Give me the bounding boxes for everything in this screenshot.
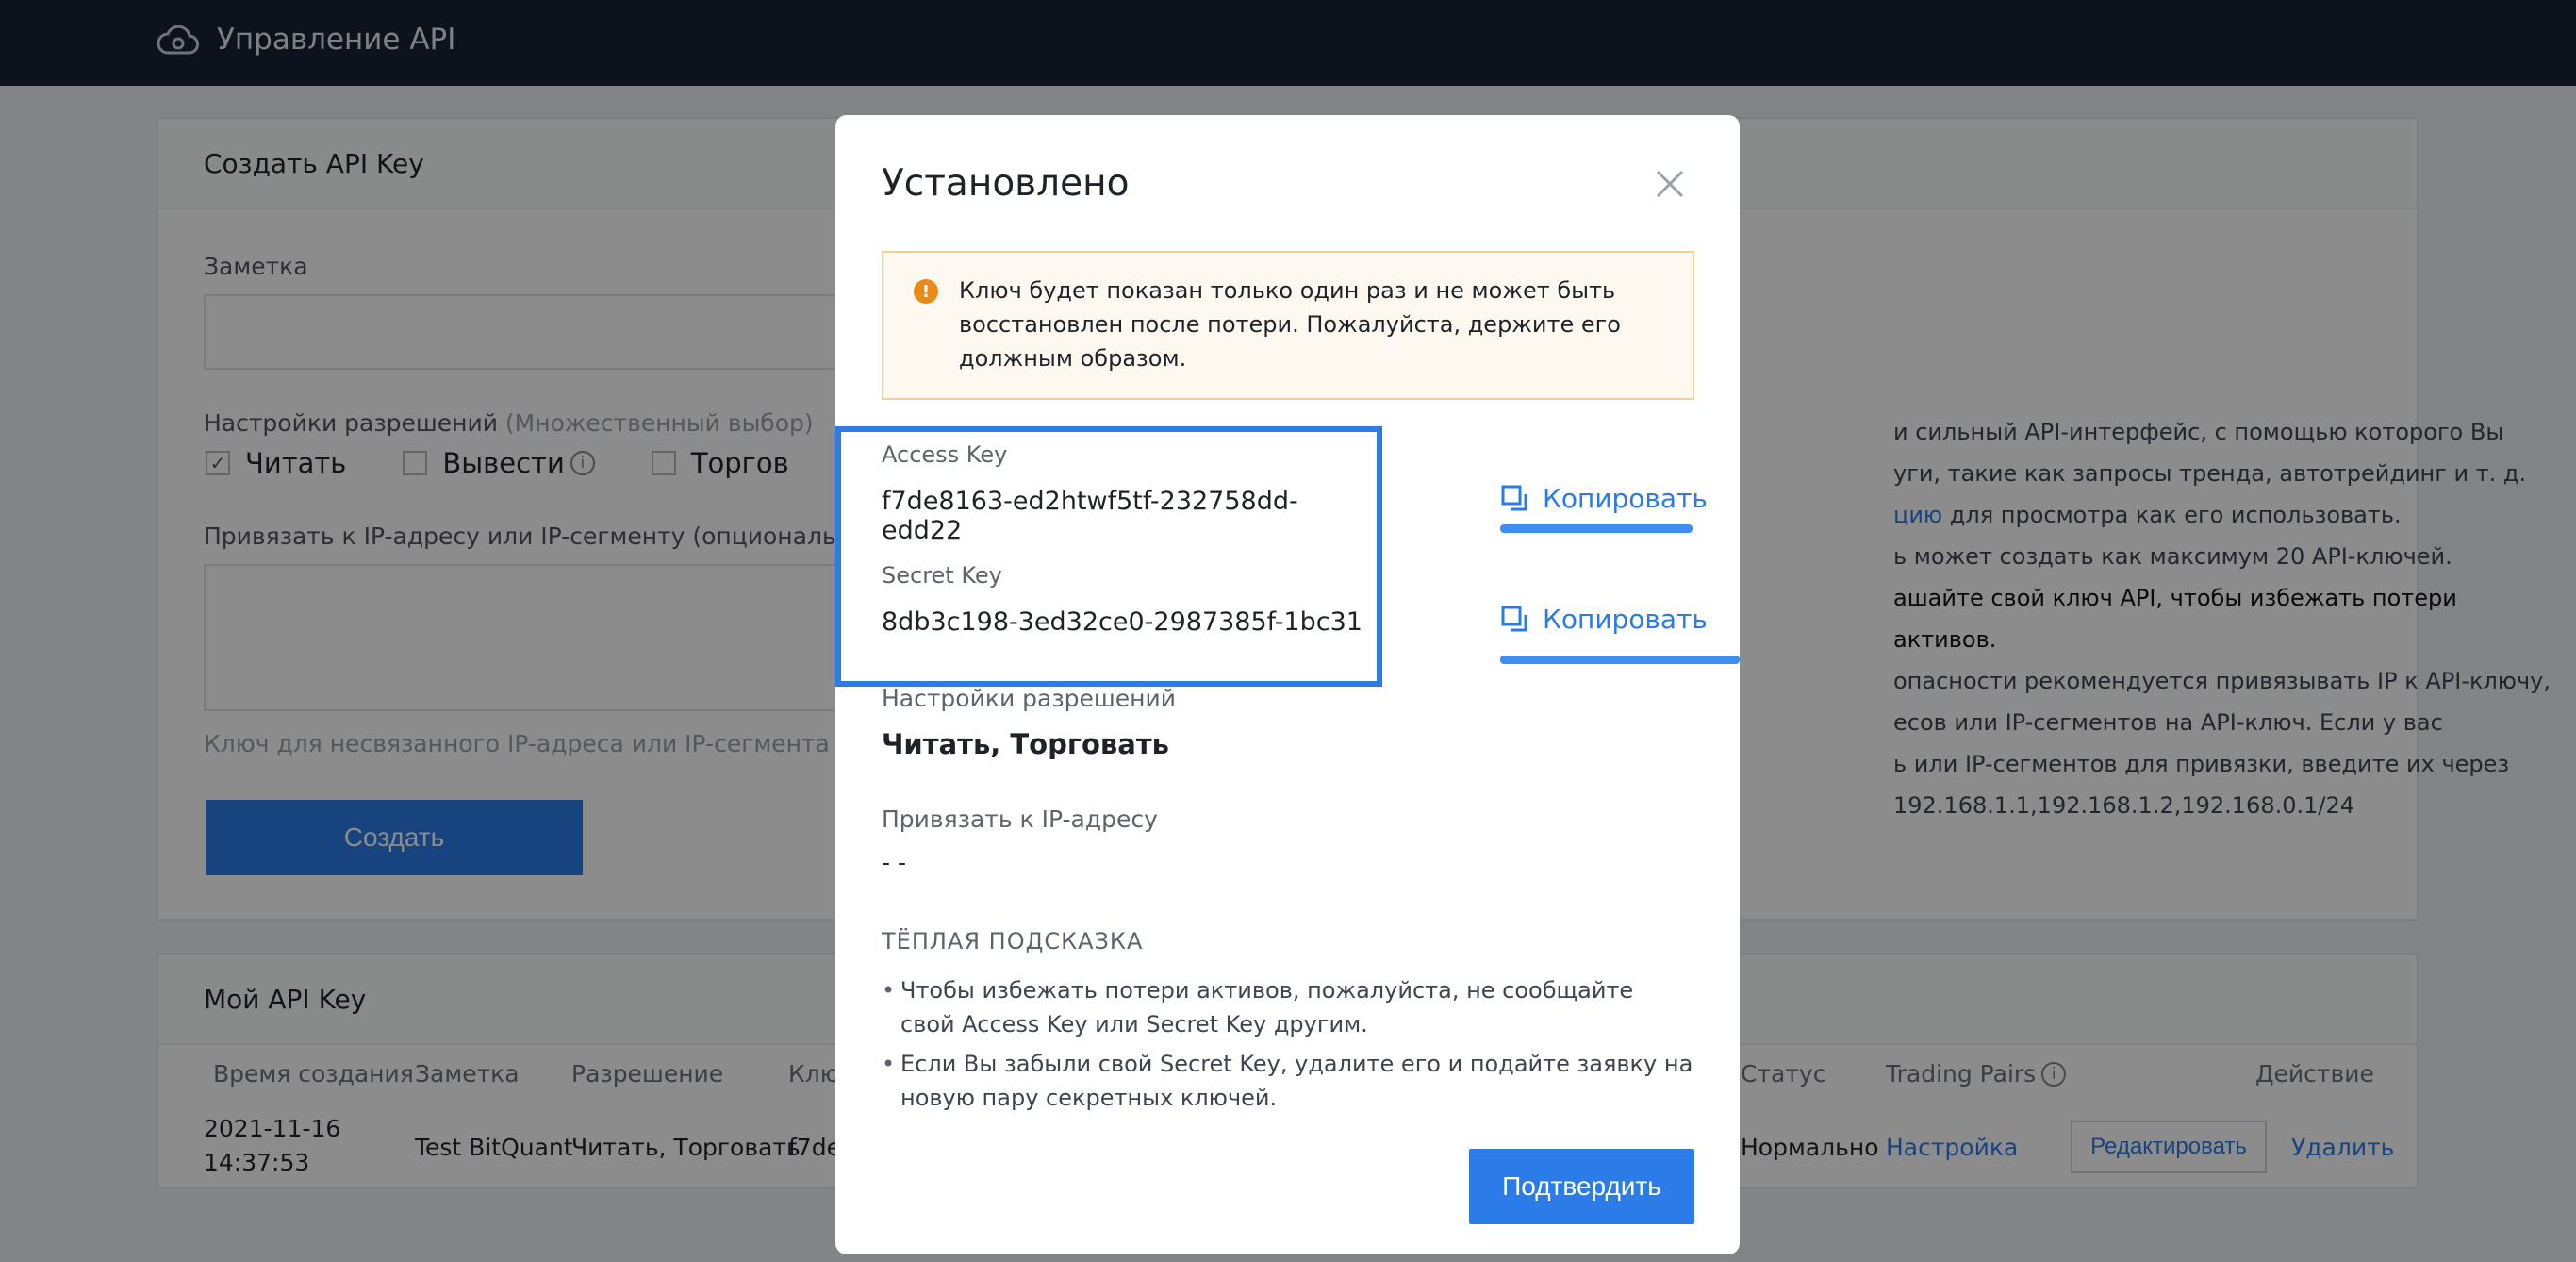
warning-text: Ключ будет показан только один раз и не … [959, 277, 1621, 372]
access-key-value: f7de8163-ed2htwf5tf-232758dd-edd22 [882, 487, 1298, 545]
api-key-created-modal: Установлено ! Ключ будет показан только … [835, 115, 1740, 1254]
copy-icon [1501, 485, 1527, 510]
warning-icon: ! [914, 279, 938, 304]
secret-key-value: 8db3c198-3ed32ce0-2987385f-1bc31 [882, 607, 1362, 637]
copy-access-key-button[interactable]: Копировать [1501, 483, 1708, 514]
hint-title: ТЁПЛАЯ ПОДСКАЗКА [882, 928, 1144, 955]
confirm-button[interactable]: Подтвердить [1469, 1149, 1694, 1224]
modal-title: Установлено [882, 162, 1130, 205]
close-icon[interactable] [1646, 160, 1693, 208]
ip-label: Привязать к IP-адресу [882, 805, 1158, 833]
permissions-label: Настройки разрешений [882, 685, 1176, 712]
ip-value: - - [882, 849, 906, 876]
keys-highlight-box: Access Key f7de8163-ed2htwf5tf-232758dd-… [835, 426, 1382, 687]
hint-item: Чтобы избежать потери активов, пожалуйст… [882, 973, 1694, 1041]
copy-icon [1501, 606, 1527, 631]
warning-banner: ! Ключ будет показан только один раз и н… [882, 251, 1694, 400]
copy-underline [1500, 524, 1693, 533]
access-key-label: Access Key [882, 441, 1008, 468]
hint-item: Если Вы забыли свой Secret Key, удалите … [882, 1047, 1694, 1115]
copy-secret-key-button[interactable]: Копировать [1501, 604, 1708, 635]
permissions-value: Читать, Торговать [882, 728, 1169, 760]
secret-key-label: Secret Key [882, 562, 1002, 589]
copy-underline [1500, 656, 1740, 664]
